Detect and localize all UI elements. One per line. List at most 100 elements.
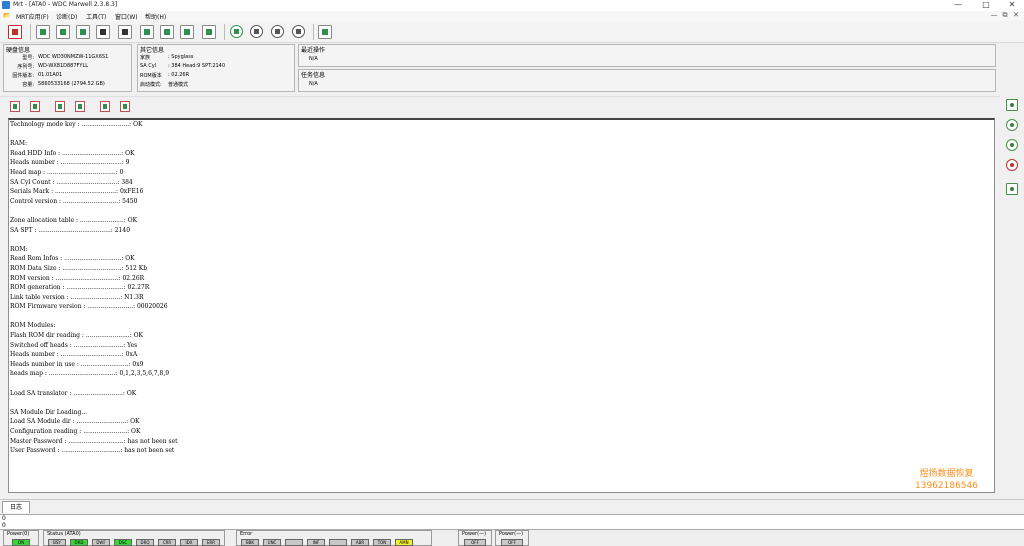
play-icon[interactable] <box>230 25 243 38</box>
menu-mrt-app[interactable]: MRT应用(F) <box>16 12 49 21</box>
menu-diagnose[interactable]: 诊断(D) <box>56 12 77 21</box>
minimize-button[interactable]: — <box>946 0 970 11</box>
menu-tools[interactable]: 工具(T) <box>86 12 106 21</box>
log-output[interactable]: Technology mode key : ..................… <box>8 118 995 493</box>
disk-firmware-value: 01.01A01 <box>38 72 63 78</box>
log-line: Read HDD Info : ........................… <box>10 149 135 157</box>
family-value: : Spyglass <box>168 54 194 60</box>
error-indicator[interactable] <box>285 539 303 546</box>
clear-log-icon[interactable] <box>10 101 20 112</box>
recent-op-header: 最近操作 <box>301 47 326 54</box>
error-group-label: Error <box>239 531 254 537</box>
output-rows: 0 0 <box>0 514 1024 530</box>
list-icon[interactable] <box>140 25 154 39</box>
status-indicator[interactable]: DRD <box>70 539 88 546</box>
status-group-label: Status (ATA0) <box>46 531 82 537</box>
status-indicator[interactable]: DRQ <box>136 539 154 546</box>
disk-capacity-value: 5860533168 (2794.52 GB) <box>38 81 105 87</box>
lock-icon[interactable] <box>1006 119 1018 131</box>
cancel-icon[interactable] <box>292 25 305 38</box>
error-indicator[interactable]: TON <box>373 539 391 546</box>
write-module-icon[interactable] <box>76 25 90 39</box>
output-row: 0 <box>2 515 6 522</box>
status-bar: Power(0) ON Status (ATA0) BSY DRD DWF DSC DR… <box>0 530 1024 546</box>
log-line: Switched off heads : ...................… <box>10 341 138 349</box>
log-line: Configuration reading : ................… <box>10 428 141 435</box>
find-log-icon[interactable] <box>75 101 85 112</box>
close-button[interactable]: ✕ <box>1000 0 1024 11</box>
rom-icon[interactable] <box>96 25 110 39</box>
error-indicator[interactable] <box>329 539 347 546</box>
stop-record-icon[interactable] <box>1006 159 1018 171</box>
error-indicator[interactable]: ABR <box>351 539 369 546</box>
menu-help[interactable]: 帮助(H) <box>145 12 166 21</box>
mdi-close-button[interactable]: ✕ <box>1012 11 1020 19</box>
tab-log[interactable]: 日志 <box>2 501 30 513</box>
rst-icon[interactable] <box>1006 99 1018 111</box>
disk-info-header: 硬盘信息 <box>6 47 31 54</box>
error-indicator[interactable]: BBK <box>241 539 259 546</box>
save-log-icon[interactable] <box>30 101 40 112</box>
phone-icon[interactable] <box>1006 139 1018 151</box>
recent-op-panel: 最近操作 N/A <box>298 44 996 67</box>
other-info-panel: 其它信息 家族 : Spyglass SA Cyl : 384 Head:9 S… <box>137 44 295 92</box>
print-log-icon[interactable] <box>120 101 130 112</box>
window-title: Mrt - [ATA0 - WDC Marwell 2.3.8.3] <box>13 1 118 8</box>
power1-indicator[interactable]: OFF <box>464 539 486 546</box>
family-label: 家族 <box>140 55 151 61</box>
menu-bar: 📂 MRT应用(F) 诊断(D) 工具(T) 窗口(W) 帮助(H) — ⧉ ✕ <box>0 11 1024 21</box>
sa-cyl-value: : 384 Head:9 SPT:2140 <box>168 63 226 69</box>
stop-icon[interactable] <box>250 25 263 38</box>
power2-indicator[interactable]: OFF <box>501 539 523 546</box>
bottom-tab-bar: 日志 <box>0 499 1024 513</box>
watermark: 煜扬数据恢复 13962186546 <box>915 468 978 492</box>
power0-group: Power(0) ON <box>3 530 39 546</box>
log-line: ROM generation : .......................… <box>10 284 150 292</box>
status-indicator[interactable]: CRR <box>158 539 176 546</box>
log-line: ROM version : ..........................… <box>10 274 145 282</box>
menu-window[interactable]: 窗口(W) <box>115 12 138 21</box>
task-info-value: N/A <box>309 81 318 87</box>
copy-log-icon[interactable] <box>55 101 65 112</box>
rom-version-label: ROM版本 <box>140 73 162 79</box>
log-line: Serials Mark : .........................… <box>10 188 144 196</box>
toolbar-separator <box>313 24 314 40</box>
maximize-button[interactable]: □ <box>974 0 998 11</box>
edit-icon[interactable] <box>202 25 216 39</box>
watermark-phone: 13962186546 <box>915 481 978 491</box>
memory-icon[interactable] <box>118 25 132 39</box>
calculator-icon[interactable] <box>1006 183 1018 195</box>
disk-serial-value: WD-WX81D887FYLL <box>38 63 89 69</box>
status-indicator[interactable]: BSY <box>48 539 66 546</box>
task-info-panel: 任务信息 N/A <box>298 69 996 92</box>
status-indicator[interactable]: DWF <box>92 539 110 546</box>
tools-icon[interactable] <box>180 25 194 39</box>
power0-label: Power(0) <box>6 531 31 537</box>
error-indicator[interactable]: UNC <box>263 539 281 546</box>
log-line: ROM: <box>10 245 28 253</box>
exit-icon[interactable] <box>318 25 332 39</box>
status-indicator[interactable]: DSC <box>114 539 132 546</box>
power0-indicator[interactable]: ON <box>12 539 30 546</box>
error-indicator[interactable]: AMN <box>395 539 413 546</box>
error-indicator[interactable]: INF <box>307 539 325 546</box>
connect-icon[interactable] <box>8 25 22 39</box>
export-log-icon[interactable] <box>100 101 110 112</box>
status-indicator[interactable]: ERR <box>202 539 220 546</box>
log-line: Control version : ......................… <box>10 197 138 205</box>
log-line: Master Password : ......................… <box>10 437 178 445</box>
watermark-name: 煜扬数据恢复 <box>919 469 974 479</box>
output-row: 0 <box>2 522 6 529</box>
read-module-icon[interactable] <box>56 25 70 39</box>
status-indicator[interactable]: IDX <box>180 539 198 546</box>
log-toolbar <box>0 96 1000 116</box>
table-icon[interactable] <box>160 25 174 39</box>
pause-icon[interactable] <box>271 25 284 38</box>
log-line: Heads number : .........................… <box>10 351 138 359</box>
mdi-restore-button[interactable]: ⧉ <box>1001 11 1009 20</box>
mdi-minimize-button[interactable]: — <box>990 11 998 19</box>
drive-info-icon[interactable] <box>36 25 50 39</box>
